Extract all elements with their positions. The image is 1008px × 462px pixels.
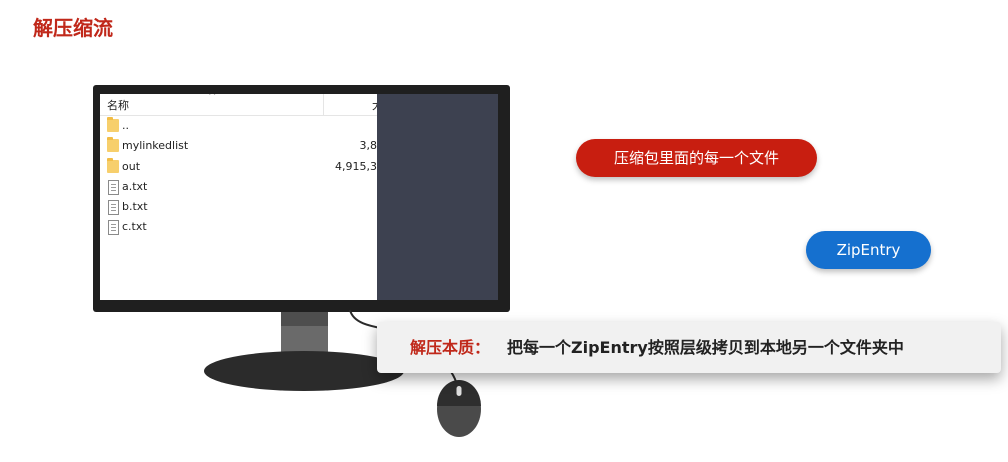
list-item[interactable]: .. [100, 116, 377, 136]
text-file-icon [108, 200, 119, 216]
file-name: out [122, 159, 141, 173]
banner-text: 把每一个ZipEntry按照层级拷贝到本地另一个文件夹中 [507, 338, 904, 357]
mouse-icon [437, 380, 481, 437]
column-divider[interactable] [323, 94, 324, 115]
list-item[interactable]: mylinkedlist 3,8 [100, 136, 377, 156]
file-name: mylinkedlist [122, 139, 189, 153]
folder-icon [107, 137, 119, 153]
decompress-essence-banner: 解压本质： 把每一个ZipEntry按照层级拷贝到本地另一个文件夹中 [377, 322, 1001, 373]
column-name-header[interactable]: 名称 [107, 97, 129, 113]
slide-title: 解压缩流 [33, 16, 113, 40]
file-list: .. mylinkedlist 3,8 out 4,915,3 a.txt b.… [100, 116, 377, 238]
file-explorer-screen: 名称 ^ 大 .. mylinkedlist 3,8 out 4,915,3 a… [100, 94, 498, 300]
file-size: 3,8 [359, 139, 378, 153]
column-header: 名称 ^ 大 [100, 94, 383, 116]
file-name: c.txt [122, 220, 147, 234]
list-item[interactable]: b.txt [100, 197, 377, 217]
monitor-neck-shadow [281, 312, 328, 326]
list-item[interactable]: a.txt [100, 177, 377, 197]
zipentry-label: ZipEntry [806, 231, 931, 269]
screen-dark-panel [377, 94, 498, 300]
file-size: 4,915,3 [335, 159, 377, 173]
banner-label: 解压本质： [410, 338, 491, 357]
file-name: b.txt [122, 200, 148, 214]
list-item[interactable]: out 4,915,3 [100, 157, 377, 177]
text-file-icon [108, 220, 119, 236]
list-item[interactable]: c.txt [100, 217, 377, 237]
compressed-file-label: 压缩包里面的每一个文件 [576, 139, 817, 177]
sort-up-icon: ^ [208, 94, 217, 102]
folder-icon [107, 117, 119, 132]
file-name: a.txt [122, 179, 148, 193]
file-name: .. [122, 119, 129, 132]
folder-icon [107, 157, 119, 173]
text-file-icon [108, 179, 119, 195]
